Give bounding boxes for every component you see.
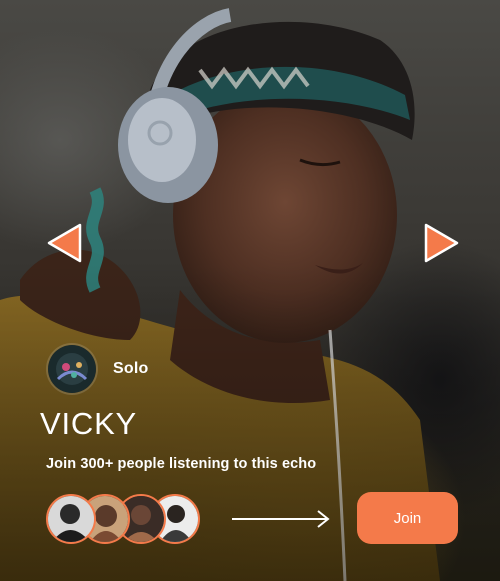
listener-avatars[interactable] bbox=[46, 494, 206, 544]
triangle-right-icon bbox=[424, 223, 459, 263]
previous-button[interactable] bbox=[46, 222, 82, 264]
host-name: Solo bbox=[113, 360, 149, 377]
host-avatar[interactable] bbox=[48, 345, 96, 393]
arrow-right-icon bbox=[232, 510, 330, 528]
triangle-left-icon bbox=[47, 223, 82, 263]
host-info: Solo bbox=[48, 345, 148, 393]
next-button[interactable] bbox=[424, 222, 460, 264]
echo-title: VICKY bbox=[40, 406, 138, 441]
listener-avatar-icon bbox=[48, 496, 94, 542]
join-button[interactable]: Join bbox=[357, 492, 458, 544]
echo-card: Solo VICKY Join 300+ people listening to… bbox=[0, 0, 500, 581]
listener-avatar bbox=[46, 494, 96, 544]
host-avatar-icon bbox=[48, 345, 96, 393]
echo-subtitle: Join 300+ people listening to this echo bbox=[46, 456, 317, 472]
